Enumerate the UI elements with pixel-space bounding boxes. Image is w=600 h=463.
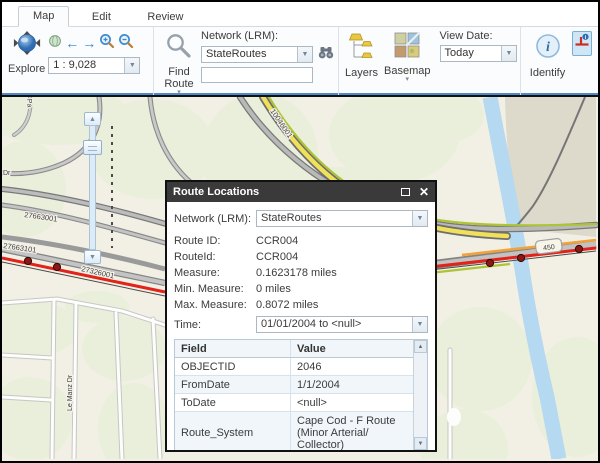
cell-value: 2046 — [291, 358, 413, 375]
route-id-value: CCR004 — [256, 235, 298, 247]
zoom-in-icon[interactable] — [99, 33, 115, 54]
cell-value: 1/1/2004 — [291, 376, 413, 393]
find-route-label: Find Route — [162, 66, 196, 90]
identify-button[interactable]: i Identify — [527, 29, 568, 80]
cell-value: Cape Cod - F Route (Minor Arterial/ Coll… — [291, 412, 413, 450]
dialog-network-combobox[interactable]: StateRoutes ▼ — [256, 210, 428, 227]
zoom-slider-ticks — [111, 126, 113, 248]
tab-map[interactable]: Map — [18, 6, 69, 27]
explore-icon — [10, 30, 44, 63]
globe-icon[interactable] — [48, 34, 62, 53]
table-row[interactable]: Route_System Cape Cod - F Route (Minor A… — [175, 412, 413, 450]
dialog-titlebar[interactable]: Route Locations ✕ — [167, 182, 435, 202]
network-lrm-label: Network (LRM): — [201, 30, 335, 42]
dialog-network-label: Network (LRM): — [174, 213, 256, 225]
dialog-body: Network (LRM): StateRoutes ▼ Route ID:CC… — [167, 202, 435, 450]
network-lrm-dropdown-icon[interactable]: ▼ — [297, 47, 312, 62]
tab-edit[interactable]: Edit — [69, 8, 133, 27]
time-dropdown-icon[interactable]: ▼ — [412, 317, 427, 332]
layers-label: Layers — [345, 67, 378, 79]
map-zoom-slider: ▲ ▼ — [84, 112, 114, 264]
time-label: Time: — [174, 319, 256, 331]
basemap-dropdown-icon[interactable]: ▾ — [406, 77, 410, 83]
find-route-button[interactable]: Find Route ▾ — [157, 29, 201, 97]
explore-label: Explore — [8, 63, 45, 75]
basemap-button[interactable]: Basemap ▾ — [381, 29, 433, 84]
find-route-magnifier-icon — [165, 30, 193, 66]
view-date-combobox[interactable]: Today ▼ — [440, 45, 517, 62]
identify-icon: i — [534, 30, 562, 67]
layers-icon — [349, 30, 375, 67]
time-value: 01/01/2004 to <null> — [257, 317, 412, 332]
table-row[interactable]: ToDate <null> — [175, 394, 413, 412]
svg-text:i: i — [546, 40, 550, 55]
routeid-label: RouteId: — [174, 251, 256, 263]
value-column-header[interactable]: Value — [291, 340, 413, 357]
network-lrm-value: StateRoutes — [202, 47, 297, 62]
view-date-label: View Date: — [440, 30, 517, 42]
max-measure-label: Max. Measure: — [174, 299, 256, 311]
ribbon-tabstrip: Map Edit Review — [2, 2, 598, 27]
scale-dropdown-icon[interactable]: ▼ — [124, 58, 139, 73]
cell-field: Route_System — [175, 412, 291, 450]
measure-value: 0.1623178 miles — [256, 267, 337, 279]
cell-field: FromDate — [175, 376, 291, 393]
identify-route-location-button[interactable]: i — [572, 31, 592, 56]
back-arrow-icon[interactable]: ← — [65, 36, 79, 50]
zoom-slider-up-button[interactable]: ▲ — [84, 112, 101, 126]
layers-button[interactable]: Layers — [342, 29, 381, 80]
min-measure-value: 0 miles — [256, 283, 291, 295]
table-header-row: Field Value — [175, 340, 413, 358]
dialog-network-dropdown-icon[interactable]: ▼ — [412, 211, 427, 226]
zoom-slider-handle[interactable] — [83, 140, 102, 155]
scrollbar-down-icon[interactable]: ▼ — [414, 437, 427, 450]
view-date-value: Today — [441, 46, 501, 61]
forward-arrow-icon[interactable]: → — [82, 36, 96, 50]
max-measure-value: 0.8072 miles — [256, 299, 318, 311]
cell-field: OBJECTID — [175, 358, 291, 375]
route-shield: 450 — [535, 238, 562, 254]
attributes-table: Field Value OBJECTID 2046 FromDate 1/1/2… — [174, 339, 428, 450]
min-measure-label: Min. Measure: — [174, 283, 256, 295]
explore-button[interactable]: Explore — [5, 29, 48, 76]
table-scrollbar[interactable]: ▲ ▼ — [413, 340, 427, 450]
field-column-header[interactable]: Field — [175, 340, 291, 357]
table-row[interactable]: OBJECTID 2046 — [175, 358, 413, 376]
dialog-network-value: StateRoutes — [257, 211, 412, 226]
svg-text:Pa: Pa — [25, 99, 33, 108]
tab-review[interactable]: Review — [133, 8, 197, 27]
binoculars-icon[interactable] — [317, 44, 335, 65]
routeid-value: CCR004 — [256, 251, 298, 263]
view-date-dropdown-icon[interactable]: ▼ — [501, 46, 516, 61]
measure-label: Measure: — [174, 267, 256, 279]
basemap-icon — [394, 30, 420, 65]
maximize-icon[interactable] — [401, 188, 410, 196]
cell-value: <null> — [291, 394, 413, 411]
dialog-title: Route Locations — [173, 186, 259, 198]
route-id-input[interactable] — [201, 67, 313, 83]
app-window: Map Edit Review — [0, 0, 600, 463]
svg-text:450: 450 — [543, 244, 556, 252]
close-icon[interactable]: ✕ — [419, 187, 429, 197]
cell-field: ToDate — [175, 394, 291, 411]
scrollbar-up-icon[interactable]: ▲ — [414, 340, 427, 353]
ribbon: Map Edit Review — [2, 2, 598, 95]
svg-text:Dr: Dr — [3, 170, 11, 177]
scale-value: 1 : 9,028 — [49, 58, 124, 73]
network-lrm-combobox[interactable]: StateRoutes ▼ — [201, 46, 313, 63]
svg-text:Le Manz Dr: Le Manz Dr — [67, 374, 74, 411]
zoom-slider-down-button[interactable]: ▼ — [84, 250, 101, 264]
table-row[interactable]: FromDate 1/1/2004 — [175, 376, 413, 394]
route-locations-dialog: Route Locations ✕ Network (LRM): StateRo… — [165, 180, 437, 452]
time-combobox[interactable]: 01/01/2004 to <null> ▼ — [256, 316, 428, 333]
route-id-label: Route ID: — [174, 235, 256, 247]
identify-route-location-icon: i — [574, 36, 590, 53]
zoom-out-icon[interactable] — [118, 33, 134, 54]
identify-label: Identify — [530, 67, 565, 79]
scale-combobox[interactable]: 1 : 9,028 ▼ — [48, 57, 140, 74]
map-canvas[interactable]: 450 27663001 27663101 — [2, 95, 598, 461]
